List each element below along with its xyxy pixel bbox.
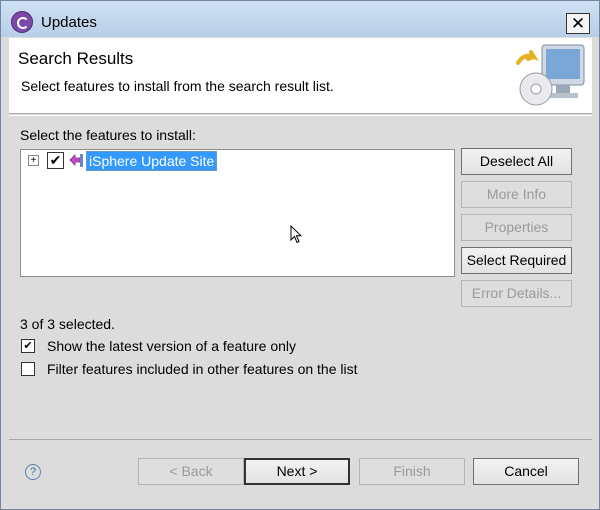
select-required-button[interactable]: Select Required: [461, 247, 572, 274]
wizard-header: Search Results Select features to instal…: [9, 38, 592, 114]
feature-label[interactable]: iSphere Update Site: [86, 151, 218, 171]
finish-button[interactable]: Finish: [359, 458, 465, 485]
error-details-button[interactable]: Error Details...: [461, 280, 572, 307]
close-button[interactable]: ✕: [566, 13, 590, 34]
updates-dialog: Updates ✕ Search Results Select features…: [0, 0, 600, 510]
properties-button[interactable]: Properties: [461, 214, 572, 241]
mouse-pointer-icon: [290, 225, 302, 244]
feature-checkbox[interactable]: ✔: [47, 152, 64, 169]
feature-tree[interactable]: + ✔ iSphere Update Site: [20, 149, 455, 277]
filter-included-label[interactable]: Filter features included in other featur…: [47, 361, 358, 377]
page-description: Select features to install from the sear…: [21, 78, 334, 94]
back-button[interactable]: < Back: [138, 458, 244, 485]
header-divider: [9, 115, 592, 116]
page-title: Search Results: [18, 49, 134, 68]
update-site-icon: [69, 154, 83, 167]
cancel-button[interactable]: Cancel: [473, 458, 579, 485]
selection-status: 3 of 3 selected.: [20, 316, 115, 332]
filter-included-checkbox[interactable]: [21, 362, 35, 376]
eclipse-update-icon: [11, 11, 33, 33]
footer-divider: [9, 439, 592, 440]
window-title: Updates: [41, 14, 97, 31]
more-info-button[interactable]: More Info: [461, 181, 572, 208]
help-icon[interactable]: ?: [25, 464, 41, 480]
computer-cd-update-icon: [516, 44, 585, 106]
tree-row[interactable]: + ✔ iSphere Update Site: [21, 150, 454, 172]
feature-list-label: Select the features to install:: [20, 127, 196, 143]
show-latest-version-checkbox[interactable]: ✔: [21, 339, 35, 353]
title-bar[interactable]: Updates ✕: [1, 1, 599, 37]
next-button[interactable]: Next >: [244, 458, 350, 485]
deselect-all-button[interactable]: Deselect All: [461, 148, 572, 175]
expand-icon[interactable]: +: [28, 155, 39, 166]
show-latest-version-label[interactable]: Show the latest version of a feature onl…: [47, 338, 296, 354]
